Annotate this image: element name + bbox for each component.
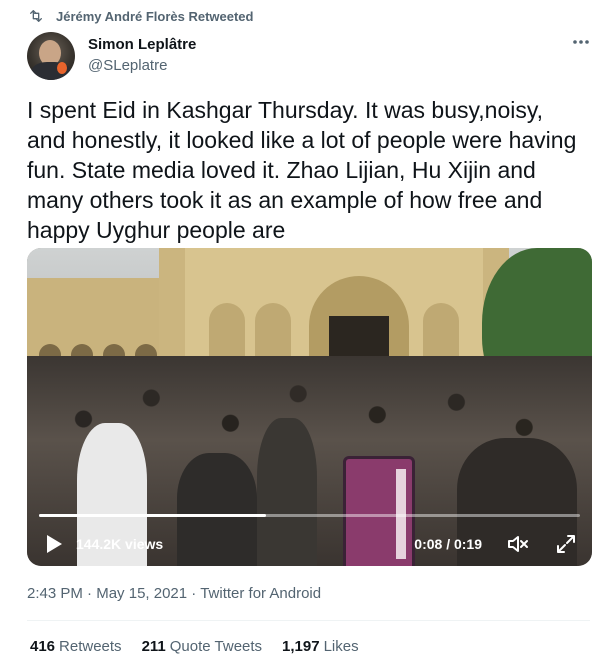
video-controls: 144.2K views 0:08 / 0:19 <box>27 526 592 560</box>
likes-count: 1,197 <box>282 638 320 655</box>
meta-separator: · <box>87 585 93 602</box>
tweet-source[interactable]: Twitter for Android <box>200 585 321 602</box>
author-name[interactable]: Simon Leplâtre <box>88 36 196 53</box>
likes-label: Likes <box>323 638 359 655</box>
tweet-metadata: 2:43 PM · May 15, 2021 · Twitter for And… <box>27 585 321 602</box>
more-horizontal-icon <box>573 40 589 44</box>
quote-tweets-stat[interactable]: 211 Quote Tweets <box>142 638 262 655</box>
retweets-stat[interactable]: 416 Retweets <box>30 638 122 655</box>
likes-stat[interactable]: 1,197 Likes <box>282 638 359 655</box>
retweet-context: Jérémy André Florès Retweeted <box>28 8 253 24</box>
retweets-count: 416 <box>30 638 56 655</box>
video-player[interactable]: 144.2K views 0:08 / 0:19 <box>27 248 592 566</box>
author-handle[interactable]: @SLeplatre <box>88 57 167 74</box>
video-time: 0:08 / 0:19 <box>414 536 482 552</box>
retweet-icon <box>30 10 42 22</box>
video-progress-fill <box>39 514 267 517</box>
meta-separator: · <box>191 585 197 602</box>
avatar-candle <box>57 62 67 74</box>
video-view-count: 144.2K views <box>76 536 164 552</box>
quote-tweets-label: Quote Tweets <box>169 638 263 655</box>
retweeted-by-label[interactable]: Jérémy André Florès Retweeted <box>56 9 253 24</box>
mute-icon[interactable] <box>506 532 530 556</box>
tweet-text: I spent Eid in Kashgar Thursday. It was … <box>27 97 577 243</box>
fullscreen-icon[interactable] <box>554 532 578 556</box>
quote-tweets-count: 211 <box>141 638 166 655</box>
video-progress-bar[interactable] <box>39 514 580 517</box>
divider <box>27 620 590 621</box>
tweet-timestamp-time[interactable]: 2:43 PM <box>27 585 83 602</box>
avatar[interactable] <box>27 32 75 80</box>
retweets-label: Retweets <box>59 638 122 655</box>
play-icon[interactable] <box>41 532 65 556</box>
tweet-timestamp-date[interactable]: May 15, 2021 <box>96 585 187 602</box>
tweet-stats: 416 Retweets 211 Quote Tweets 1,197 Likes <box>30 638 359 655</box>
more-options-button[interactable] <box>572 36 590 46</box>
